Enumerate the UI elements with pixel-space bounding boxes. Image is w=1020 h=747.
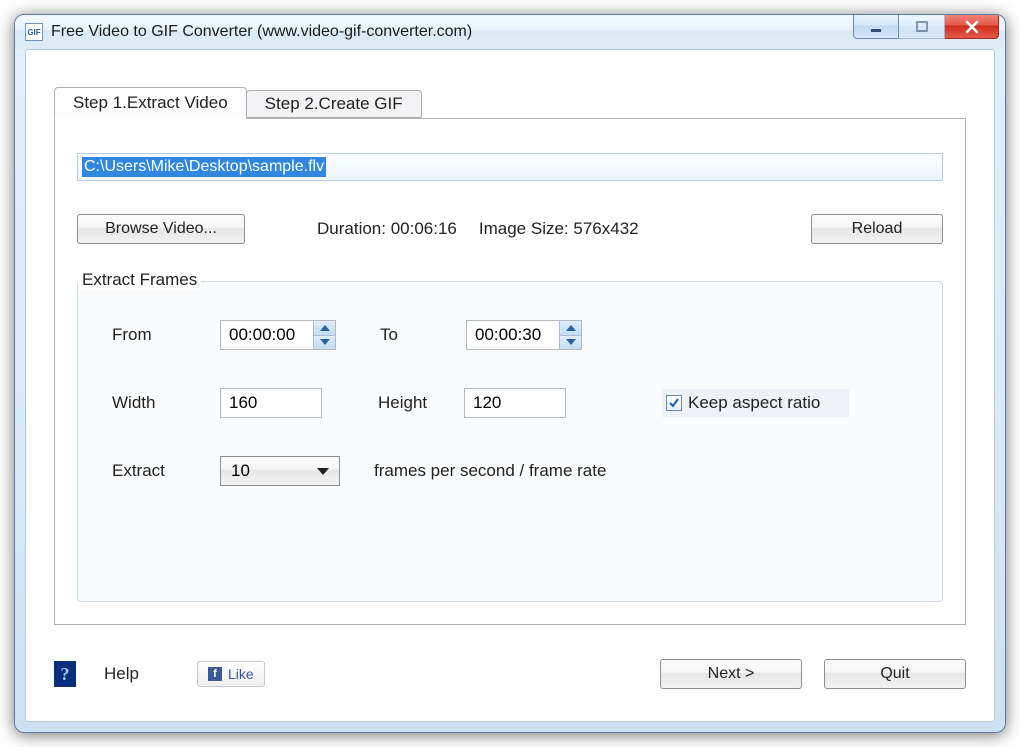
- extract-row: Extract 10 frames per second / frame rat…: [112, 454, 908, 488]
- to-spin-up[interactable]: [559, 321, 581, 336]
- help-icon[interactable]: ?: [54, 661, 76, 687]
- to-label: To: [380, 325, 466, 345]
- to-value[interactable]: 00:00:30: [467, 321, 559, 349]
- window-title: Free Video to GIF Converter (www.video-g…: [51, 23, 853, 41]
- frame-rate-value: 10: [231, 461, 250, 481]
- extract-label: Extract: [112, 461, 220, 481]
- extract-frames-group: Extract Frames From 00:00:00 To 00:00:30: [77, 281, 943, 602]
- window-frame: GIF Free Video to GIF Converter (www.vid…: [14, 14, 1006, 733]
- client-area: Step 1.Extract Video Step 2.Create GIF C…: [25, 49, 995, 722]
- group-legend: Extract Frames: [78, 270, 201, 290]
- from-spin-up[interactable]: [313, 321, 335, 336]
- tab-step2[interactable]: Step 2.Create GIF: [246, 90, 422, 118]
- app-icon: GIF: [25, 23, 43, 41]
- keep-aspect-checkbox[interactable]: Keep aspect ratio: [662, 389, 849, 417]
- fps-label: frames per second / frame rate: [374, 461, 606, 481]
- from-label: From: [112, 325, 220, 345]
- check-icon: [666, 395, 682, 411]
- like-label: Like: [228, 666, 254, 682]
- reload-button[interactable]: Reload: [811, 214, 943, 244]
- dimensions-row: Width Height Keep aspect ratio: [112, 386, 908, 420]
- window-buttons: [853, 15, 999, 39]
- tab-page-step1: C:\Users\Mike\Desktop\sample.flv Browse …: [54, 118, 966, 625]
- close-button[interactable]: [945, 15, 999, 39]
- browse-row: Browse Video... Duration: 00:06:16 Image…: [77, 211, 943, 247]
- from-value[interactable]: 00:00:00: [221, 321, 313, 349]
- duration-label: Duration: 00:06:16: [317, 219, 457, 239]
- minimize-button[interactable]: [853, 15, 899, 39]
- to-spinner[interactable]: 00:00:30: [466, 320, 582, 350]
- from-spin-down[interactable]: [313, 336, 335, 350]
- tab-strip: Step 1.Extract Video Step 2.Create GIF: [54, 86, 966, 118]
- image-size-label: Image Size: 576x432: [479, 219, 639, 239]
- video-path-value: C:\Users\Mike\Desktop\sample.flv: [82, 157, 326, 177]
- tab-step1[interactable]: Step 1.Extract Video: [54, 87, 247, 119]
- width-label: Width: [112, 393, 220, 413]
- video-path-field[interactable]: C:\Users\Mike\Desktop\sample.flv: [77, 153, 943, 181]
- width-input[interactable]: [220, 388, 322, 418]
- footer-bar: ? Help f Like Next > Quit: [54, 655, 966, 693]
- from-spinner[interactable]: 00:00:00: [220, 320, 336, 350]
- maximize-button[interactable]: [899, 15, 945, 39]
- next-button[interactable]: Next >: [660, 659, 802, 689]
- help-label[interactable]: Help: [104, 664, 139, 684]
- facebook-like-button[interactable]: f Like: [197, 661, 265, 687]
- height-input[interactable]: [464, 388, 566, 418]
- title-bar[interactable]: GIF Free Video to GIF Converter (www.vid…: [15, 15, 1005, 49]
- chevron-down-icon: [317, 468, 329, 475]
- quit-button[interactable]: Quit: [824, 659, 966, 689]
- keep-aspect-label: Keep aspect ratio: [688, 393, 820, 413]
- to-spin-down[interactable]: [559, 336, 581, 350]
- browse-video-button[interactable]: Browse Video...: [77, 214, 245, 244]
- frame-rate-combo[interactable]: 10: [220, 456, 340, 486]
- time-range-row: From 00:00:00 To 00:00:30: [112, 318, 908, 352]
- facebook-icon: f: [208, 667, 222, 681]
- height-label: Height: [378, 393, 464, 413]
